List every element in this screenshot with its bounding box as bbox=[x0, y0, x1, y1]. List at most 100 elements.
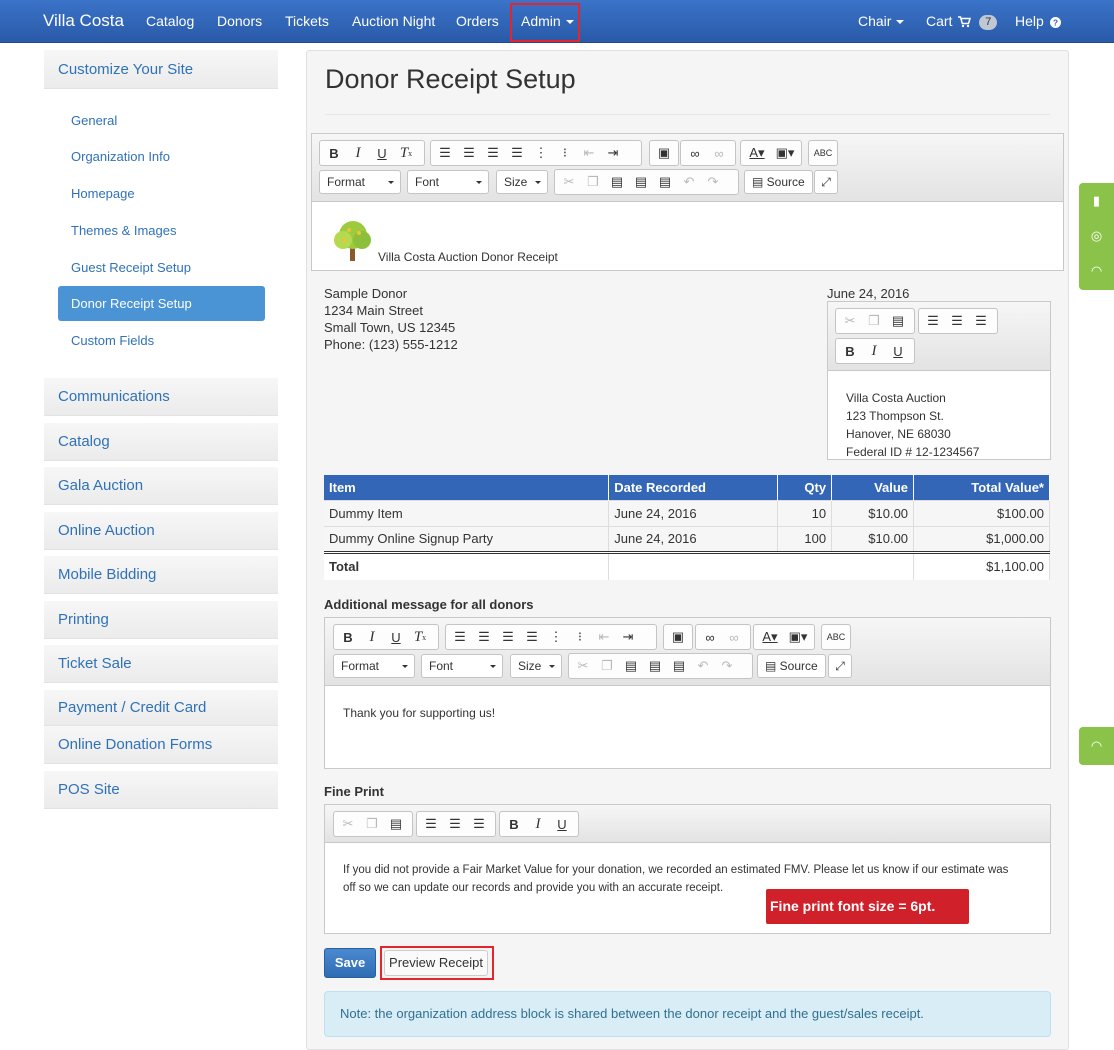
source-button[interactable]: ▤ Source bbox=[744, 170, 813, 194]
rss-icon[interactable]: ◠ bbox=[1079, 255, 1114, 287]
link-icon[interactable]: ∞ bbox=[683, 142, 707, 164]
cut-icon[interactable]: ✂ bbox=[557, 171, 581, 193]
nav-catalog[interactable]: Catalog bbox=[146, 0, 194, 42]
cut-icon[interactable]: ✂ bbox=[336, 813, 360, 835]
numbered-list-icon[interactable]: ⋮ bbox=[544, 626, 568, 648]
source-button[interactable]: ▤ Source bbox=[757, 654, 826, 678]
size-select[interactable]: Size bbox=[510, 654, 562, 678]
sidebar-item-general[interactable]: General bbox=[58, 103, 265, 138]
align-left-icon[interactable]: ☰ bbox=[921, 310, 945, 332]
sidebar-section-pos-site[interactable]: POS Site bbox=[44, 771, 278, 809]
save-button[interactable]: Save bbox=[324, 948, 376, 978]
book-icon[interactable]: ▮ bbox=[1079, 185, 1114, 217]
sidebar-item-custom-fields[interactable]: Custom Fields bbox=[58, 323, 265, 358]
sidebar-item-organization-info[interactable]: Organization Info bbox=[58, 139, 265, 174]
link-icon[interactable]: ∞ bbox=[698, 626, 722, 648]
org-address-editor[interactable]: ✂ ❐ ▤ ☰ ☰ ☰ B I U Villa Costa Auction 12… bbox=[827, 301, 1051, 460]
text-color-button[interactable]: A▾ bbox=[743, 142, 771, 164]
nav-help[interactable]: Help ? bbox=[1015, 0, 1061, 42]
bulleted-list-icon[interactable]: ⁝ bbox=[568, 626, 592, 648]
spellcheck-icon[interactable]: ABC bbox=[824, 626, 848, 648]
sidebar-item-themes-images[interactable]: Themes & Images bbox=[58, 213, 265, 248]
unlink-icon[interactable]: ∞ bbox=[707, 142, 731, 164]
copy-icon[interactable]: ❐ bbox=[581, 171, 605, 193]
bold-button[interactable]: B bbox=[502, 813, 526, 835]
sidebar-item-guest-receipt-setup[interactable]: Guest Receipt Setup bbox=[58, 250, 265, 285]
align-justify-icon[interactable]: ☰ bbox=[505, 142, 529, 164]
align-right-icon[interactable]: ☰ bbox=[467, 813, 491, 835]
sidebar-section-communications[interactable]: Communications bbox=[44, 378, 278, 416]
align-justify-icon[interactable]: ☰ bbox=[520, 626, 544, 648]
underline-button[interactable]: U bbox=[550, 813, 574, 835]
header-editor[interactable]: B I U Tx ☰ ☰ ☰ ☰ ⋮ ⁝ ⇤ ⇥ ▣ ∞ ∞ A▾ ▣▾ ABC… bbox=[311, 133, 1064, 271]
cut-icon[interactable]: ✂ bbox=[571, 655, 595, 677]
italic-button[interactable]: I bbox=[862, 340, 886, 362]
sidebar-item-homepage[interactable]: Homepage bbox=[58, 176, 265, 211]
align-right-icon[interactable]: ☰ bbox=[481, 142, 505, 164]
indent-icon[interactable]: ⇥ bbox=[616, 626, 640, 648]
sidebar-section-online-donation-forms[interactable]: Online Donation Forms bbox=[44, 726, 278, 764]
paste-icon[interactable]: ▤ bbox=[886, 310, 910, 332]
outdent-icon[interactable]: ⇤ bbox=[577, 142, 601, 164]
remove-format-button[interactable]: Tx bbox=[408, 626, 432, 648]
nav-tickets[interactable]: Tickets bbox=[285, 0, 329, 42]
underline-button[interactable]: U bbox=[384, 626, 408, 648]
redo-icon[interactable]: ↷ bbox=[701, 171, 725, 193]
undo-icon[interactable]: ↶ bbox=[677, 171, 701, 193]
align-right-icon[interactable]: ☰ bbox=[969, 310, 993, 332]
font-select[interactable]: Font bbox=[421, 654, 503, 678]
copy-icon[interactable]: ❐ bbox=[862, 310, 886, 332]
format-select[interactable]: Format bbox=[333, 654, 415, 678]
paste-text-icon[interactable]: ▤ bbox=[629, 171, 653, 193]
paste-icon[interactable]: ▤ bbox=[384, 813, 408, 835]
sidebar-section-printing[interactable]: Printing bbox=[44, 601, 278, 639]
size-select[interactable]: Size bbox=[496, 170, 548, 194]
image-icon[interactable]: ▣ bbox=[652, 142, 676, 164]
paste-word-icon[interactable]: ▤ bbox=[653, 171, 677, 193]
paste-text-icon[interactable]: ▤ bbox=[643, 655, 667, 677]
sidebar-section-catalog[interactable]: Catalog bbox=[44, 423, 278, 461]
italic-button[interactable]: I bbox=[360, 626, 384, 648]
text-color-button[interactable]: A▾ bbox=[756, 626, 784, 648]
numbered-list-icon[interactable]: ⋮ bbox=[529, 142, 553, 164]
italic-button[interactable]: I bbox=[346, 142, 370, 164]
underline-button[interactable]: U bbox=[886, 340, 910, 362]
sidebar-section-payment[interactable]: Payment / Credit Card bbox=[44, 690, 278, 726]
bold-button[interactable]: B bbox=[838, 340, 862, 362]
align-center-icon[interactable]: ☰ bbox=[472, 626, 496, 648]
undo-icon[interactable]: ↶ bbox=[691, 655, 715, 677]
rss-icon[interactable]: ◠ bbox=[1079, 730, 1114, 762]
bg-color-button[interactable]: ▣▾ bbox=[784, 626, 812, 648]
align-right-icon[interactable]: ☰ bbox=[496, 626, 520, 648]
format-select[interactable]: Format bbox=[319, 170, 401, 194]
maximize-button[interactable]: ⤢ bbox=[814, 170, 838, 194]
redo-icon[interactable]: ↷ bbox=[715, 655, 739, 677]
lifebuoy-icon[interactable]: ◎ bbox=[1079, 220, 1114, 252]
underline-button[interactable]: U bbox=[370, 142, 394, 164]
paste-icon[interactable]: ▤ bbox=[605, 171, 629, 193]
cut-icon[interactable]: ✂ bbox=[838, 310, 862, 332]
paste-icon[interactable]: ▤ bbox=[619, 655, 643, 677]
paste-word-icon[interactable]: ▤ bbox=[667, 655, 691, 677]
font-select[interactable]: Font bbox=[407, 170, 489, 194]
align-left-icon[interactable]: ☰ bbox=[419, 813, 443, 835]
bulleted-list-icon[interactable]: ⁝ bbox=[553, 142, 577, 164]
align-left-icon[interactable]: ☰ bbox=[433, 142, 457, 164]
additional-message-editor[interactable]: B I U Tx ☰ ☰ ☰ ☰ ⋮ ⁝ ⇤ ⇥ ▣ ∞ ∞ A▾ ▣▾ ABC… bbox=[324, 617, 1051, 769]
bg-color-button[interactable]: ▣▾ bbox=[771, 142, 799, 164]
maximize-button[interactable]: ⤢ bbox=[828, 654, 852, 678]
remove-format-button[interactable]: Tx bbox=[394, 142, 418, 164]
align-center-icon[interactable]: ☰ bbox=[457, 142, 481, 164]
sidebar-section-mobile-bidding[interactable]: Mobile Bidding bbox=[44, 556, 278, 594]
copy-icon[interactable]: ❐ bbox=[595, 655, 619, 677]
nav-donors[interactable]: Donors bbox=[217, 0, 262, 42]
nav-orders[interactable]: Orders bbox=[456, 0, 499, 42]
sidebar-section-online-auction[interactable]: Online Auction bbox=[44, 512, 278, 550]
italic-button[interactable]: I bbox=[526, 813, 550, 835]
align-center-icon[interactable]: ☰ bbox=[945, 310, 969, 332]
copy-icon[interactable]: ❐ bbox=[360, 813, 384, 835]
outdent-icon[interactable]: ⇤ bbox=[592, 626, 616, 648]
nav-chair[interactable]: Chair bbox=[858, 0, 905, 42]
indent-icon[interactable]: ⇥ bbox=[601, 142, 625, 164]
bold-button[interactable]: B bbox=[336, 626, 360, 648]
